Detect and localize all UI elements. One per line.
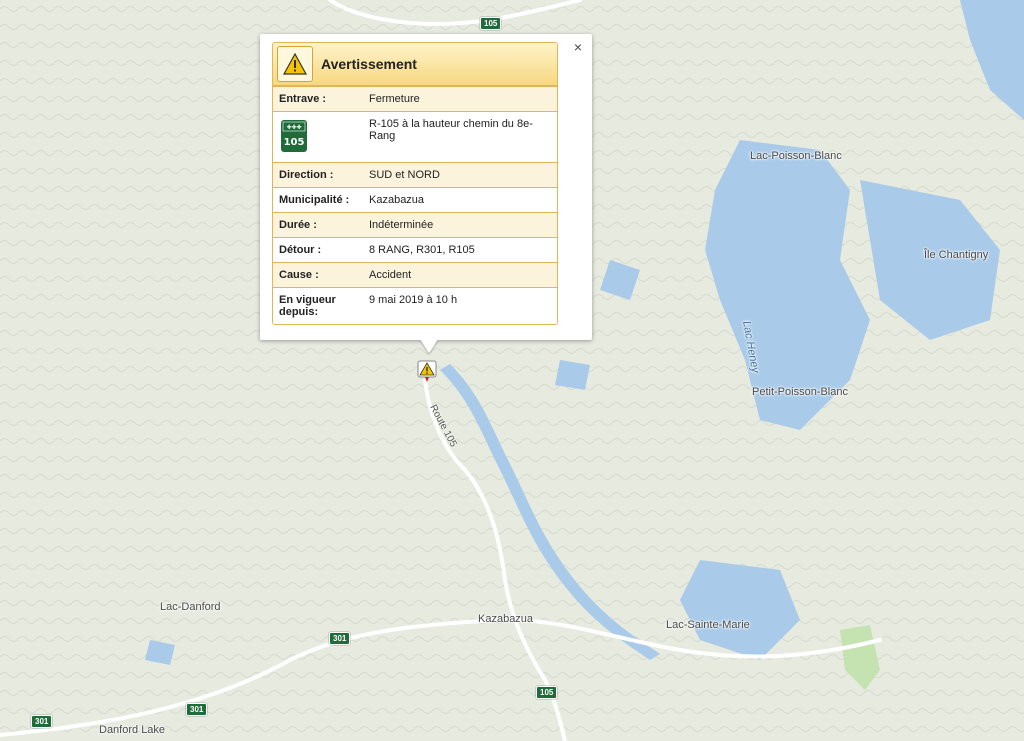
popup-pointer xyxy=(420,339,438,353)
incident-marker-icon[interactable] xyxy=(417,360,437,384)
highway-shield: 105 xyxy=(480,17,502,30)
info-row-detour: Détour : 8 RANG, R301, R105 xyxy=(273,237,557,262)
row-value: Kazabazua xyxy=(369,194,425,206)
info-row-location: ✚✚✚ 105 R-105 à la hauteur chemin du 8e-… xyxy=(273,111,557,162)
info-row-cause: Cause : Accident xyxy=(273,262,557,287)
route-sign-emblem: ✚✚✚ xyxy=(286,124,301,131)
info-row-duree: Durée : Indéterminée xyxy=(273,212,557,237)
row-value: Fermeture xyxy=(369,93,420,105)
place-label: Danford Lake xyxy=(99,724,166,736)
highway-shield: 301 xyxy=(31,715,53,728)
small-lake-2 xyxy=(555,360,590,390)
info-row-municipalite: Municipalité : Kazabazua xyxy=(273,187,557,212)
row-label: Entrave : xyxy=(279,93,327,105)
info-row-direction: Direction : SUD et NORD xyxy=(273,162,557,187)
row-label: Cause : xyxy=(279,269,319,281)
row-label: Durée : xyxy=(279,219,317,231)
incident-card: Avertissement Entrave : Fermeture ✚✚✚ 10… xyxy=(272,42,558,325)
place-label: Île Chantigny xyxy=(924,249,989,261)
row-value: 9 mai 2019 à 10 h xyxy=(369,294,458,306)
row-value: SUD et NORD xyxy=(369,169,440,181)
place-label: Lac-Poisson-Blanc xyxy=(750,150,842,162)
place-label: Lac-Danford xyxy=(160,601,221,613)
route-105-sign-icon: ✚✚✚ 105 xyxy=(281,120,307,152)
place-label: Petit-Poisson-Blanc xyxy=(752,386,848,398)
row-label: Municipalité : xyxy=(279,194,350,206)
highway-shield: 301 xyxy=(186,703,208,716)
card-header: Avertissement xyxy=(273,43,557,86)
row-value: Accident xyxy=(369,269,412,281)
info-row-en-vigueur: En vigueur depuis: 9 mai 2019 à 10 h xyxy=(273,287,557,324)
close-icon[interactable]: × xyxy=(574,40,582,54)
incident-popup: × Avertissement Entrave : Fermeture ✚✚✚ xyxy=(260,34,592,353)
row-value: Indéterminée xyxy=(369,219,434,231)
popup-title: Avertissement xyxy=(321,56,417,72)
row-value: 8 RANG, R301, R105 xyxy=(369,244,475,256)
row-label: En vigueur depuis: xyxy=(279,294,336,318)
place-label: Lac-Sainte-Marie xyxy=(666,619,750,631)
place-label: Kazabazua xyxy=(478,613,534,625)
row-label: Direction : xyxy=(279,169,334,181)
route-sign-number: 105 xyxy=(284,137,305,148)
info-row-entrave: Entrave : Fermeture xyxy=(273,86,557,111)
highway-shield: 105 xyxy=(536,686,558,699)
warning-triangle-icon xyxy=(277,46,313,82)
row-label: Détour : xyxy=(279,244,322,256)
route-sign-cell: ✚✚✚ 105 xyxy=(273,112,359,162)
row-value: R-105 à la hauteur chemin du 8e-Rang xyxy=(369,118,533,142)
highway-shield: 301 xyxy=(329,632,351,645)
